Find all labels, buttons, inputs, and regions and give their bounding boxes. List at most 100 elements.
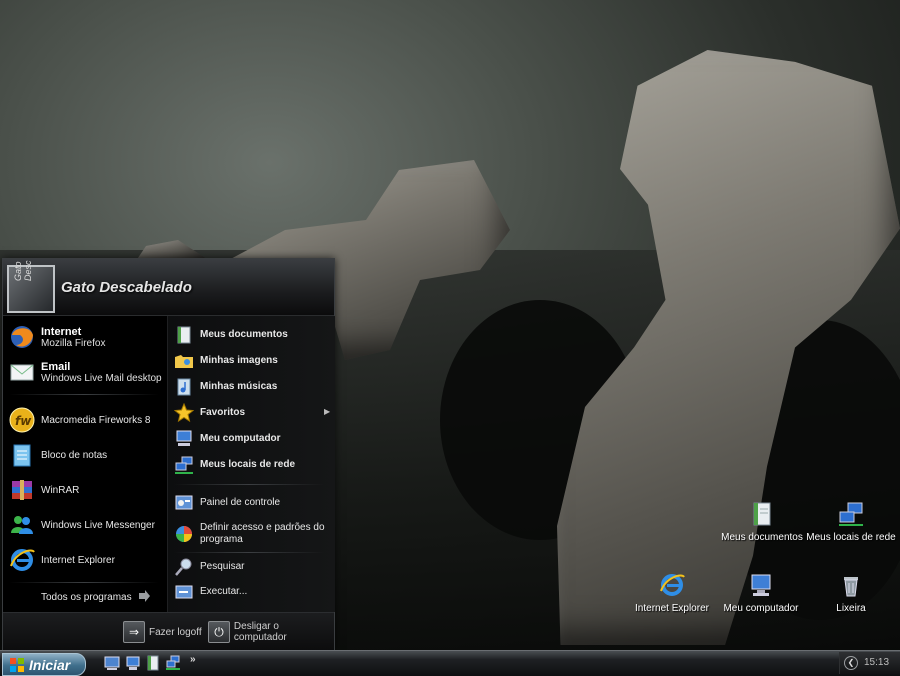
computer-icon — [176, 430, 192, 446]
desktop-icon-recycle-bin[interactable]: Lixeira — [806, 571, 896, 614]
recent-item-label: WinRAR — [41, 484, 80, 496]
music-icon — [177, 378, 191, 396]
system-item-control-panel[interactable]: Painel de controle — [174, 492, 330, 514]
recycle-bin-icon — [844, 577, 858, 597]
logoff-label: Fazer logoff — [149, 626, 202, 638]
avatar[interactable]: Gato Desc — [7, 260, 55, 313]
run-icon — [175, 585, 193, 599]
start-menu-right-column: Meus documentos Minhas imagens Minhas mú… — [167, 316, 335, 612]
show-desktop-icon[interactable] — [104, 655, 120, 671]
separator — [9, 582, 159, 583]
taskbar: Iniciar » ❮ 15:13 — [0, 650, 900, 676]
clock[interactable]: 15:13 — [864, 657, 889, 668]
desktop-icon-label: Meu computador — [723, 603, 799, 614]
system-item-label: Definir acesso e padrões do programa — [200, 522, 325, 545]
desktop-icon-my-documents[interactable]: Meus documentos — [717, 500, 807, 543]
start-label: Iniciar — [29, 656, 71, 673]
username: Gato Descabelado — [61, 279, 192, 296]
pinned-item-internet[interactable]: Internet Mozilla Firefox — [8, 321, 164, 353]
place-item-network[interactable]: Meus locais de rede — [174, 454, 330, 476]
recent-item-messenger[interactable]: Windows Live Messenger — [8, 509, 164, 541]
program-defaults-icon — [176, 526, 192, 542]
system-item-label: Painel de controle — [200, 497, 281, 508]
place-item-my-computer[interactable]: Meu computador — [174, 428, 330, 450]
pinned-item-title: Email — [41, 360, 71, 373]
computer-icon — [751, 574, 771, 596]
windows-logo-icon — [10, 657, 24, 672]
logoff-button[interactable]: ⇒ Fazer logoff — [123, 621, 202, 643]
pinned-item-title: Internet — [41, 325, 82, 338]
place-item-my-pictures[interactable]: Minhas imagens — [174, 350, 330, 372]
ie-icon — [10, 549, 35, 571]
pinned-item-email[interactable]: Email Windows Live Mail desktop — [8, 356, 164, 388]
winrar-icon — [12, 480, 32, 500]
place-item-my-documents[interactable]: Meus documentos — [174, 324, 330, 346]
firefox-icon — [11, 326, 33, 348]
all-programs-label[interactable]: Todos os programas — [41, 592, 132, 603]
logoff-arrow-icon: ⇒ — [123, 621, 145, 643]
network-icon — [175, 456, 193, 474]
start-menu-left-column: Internet Mozilla Firefox Email Windows L… — [3, 316, 167, 612]
documents-icon — [177, 326, 191, 344]
place-item-label: Meus locais de rede — [200, 459, 296, 470]
desktop-icon-my-computer[interactable]: Meu computador — [716, 571, 806, 614]
search-icon — [175, 558, 192, 576]
shutdown-button[interactable]: ⏻ Desligar o computador — [208, 621, 334, 643]
place-item-label: Meus documentos — [200, 329, 288, 340]
show-hidden-icons-button[interactable]: ❮ — [844, 656, 858, 670]
separator — [174, 484, 324, 485]
notepad-icon — [13, 444, 31, 467]
recent-item-label: Bloco de notas — [41, 449, 108, 461]
recent-item-fireworks[interactable]: fw Macromedia Fireworks 8 — [8, 404, 164, 436]
quick-launch-overflow-button[interactable]: » — [190, 654, 196, 665]
place-item-label: Minhas músicas — [200, 381, 278, 392]
network-icon — [839, 502, 863, 526]
system-tray: ❮ 15:13 — [839, 652, 900, 674]
place-item-label: Meu computador — [200, 433, 281, 444]
tool-item-search[interactable]: Pesquisar — [174, 556, 330, 578]
desktop-icon-label: Internet Explorer — [635, 603, 709, 614]
start-menu-header: Gato Desc Gato Descabelado — [3, 259, 334, 316]
all-programs-arrow-icon[interactable] — [137, 589, 151, 603]
submenu-arrow-icon: ▶ — [324, 407, 331, 416]
avatar-text: Gato Desc — [13, 260, 33, 281]
power-icon: ⏻ — [208, 621, 230, 643]
desktop-icon-label: Meus documentos — [721, 532, 803, 543]
ie-icon — [660, 574, 685, 596]
recent-item-notepad[interactable]: Bloco de notas — [8, 439, 164, 471]
favorites-star-icon — [174, 403, 194, 423]
system-item-program-defaults[interactable]: Definir acesso e padrões do programa — [174, 520, 330, 548]
recent-item-label: Windows Live Messenger — [41, 519, 155, 531]
place-item-label: Favoritos — [200, 407, 246, 418]
recent-item-internet-explorer[interactable]: Internet Explorer — [8, 544, 164, 576]
messenger-icon — [11, 516, 33, 534]
shutdown-label: Desligar o computador — [233, 621, 287, 643]
place-item-label: Minhas imagens — [200, 355, 278, 366]
computer-icon[interactable] — [125, 655, 141, 671]
tool-item-run[interactable]: Executar... — [174, 581, 330, 603]
recent-item-label: Internet Explorer — [41, 554, 115, 566]
mail-icon — [10, 364, 34, 381]
place-item-my-music[interactable]: Minhas músicas — [174, 376, 330, 398]
network-icon[interactable] — [165, 655, 181, 671]
desktop-icon-label: Meus locais de rede — [806, 532, 896, 543]
control-panel-icon — [175, 495, 193, 510]
pictures-icon — [175, 355, 193, 368]
desktop-icon-label: Lixeira — [836, 603, 866, 614]
tool-item-label: Executar... — [200, 586, 248, 597]
documents-icon[interactable] — [145, 655, 161, 671]
start-button[interactable]: Iniciar — [2, 653, 86, 676]
start-menu: Gato Desc Gato Descabelado Internet Mozi… — [2, 258, 335, 651]
start-menu-footer: ⇒ Fazer logoff ⏻ Desligar o computador — [3, 612, 334, 651]
recent-item-winrar[interactable]: WinRAR — [8, 474, 164, 506]
desktop-icon-internet-explorer[interactable]: Internet Explorer — [627, 571, 717, 614]
desktop-icon-network[interactable]: Meus locais de rede — [806, 500, 896, 543]
documents-icon — [753, 502, 771, 526]
separator — [9, 394, 159, 395]
recent-item-label: Macromedia Fireworks 8 — [41, 414, 151, 426]
svg-text:fw: fw — [15, 414, 32, 428]
tool-item-label: Pesquisar — [200, 561, 245, 572]
pinned-item-subtitle: Mozilla Firefox — [41, 337, 106, 349]
place-item-favorites[interactable]: Favoritos ▶ — [174, 402, 330, 424]
fireworks-icon: fw — [9, 407, 35, 433]
